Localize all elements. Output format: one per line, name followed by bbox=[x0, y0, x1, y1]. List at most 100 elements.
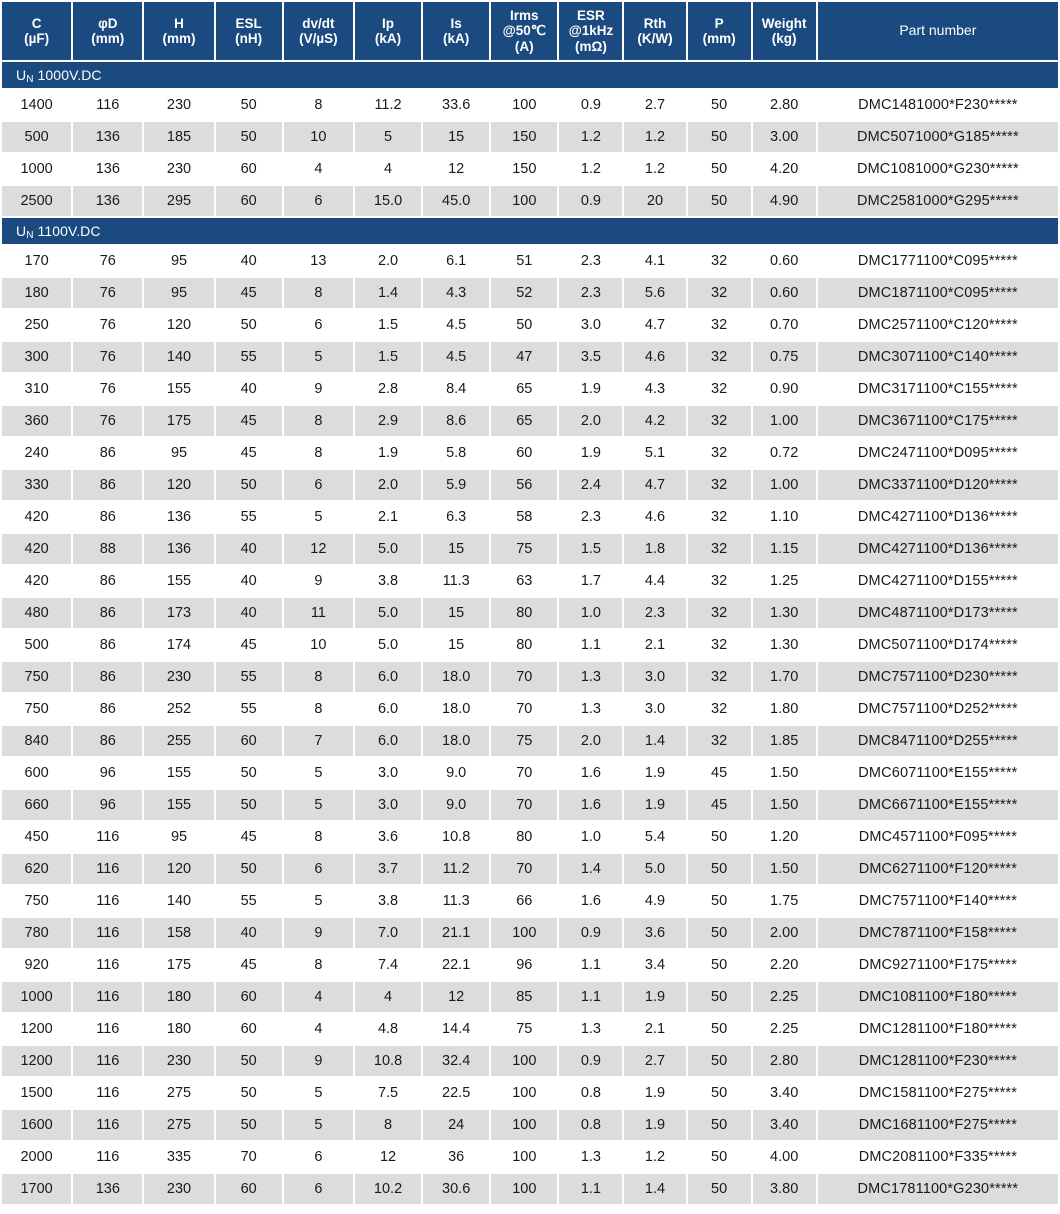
cell-esl: 45 bbox=[215, 438, 282, 468]
cell-irms: 100 bbox=[491, 1078, 558, 1108]
column-header-rth: Rth (K/W) bbox=[624, 2, 686, 60]
cell-weight: 1.85 bbox=[752, 726, 816, 756]
cell-partnum: DMC1081100*F180***** bbox=[817, 982, 1058, 1012]
cell-esl: 50 bbox=[215, 1046, 282, 1076]
table-row: 420 86 136 55 5 2.1 6.3 58 2.3 4.6 32 1.10 DMC427110… bbox=[2, 502, 1058, 532]
cell-p: 50 bbox=[687, 950, 751, 980]
column-header-line1: Is bbox=[450, 15, 462, 31]
cell-irms: 96 bbox=[491, 950, 558, 980]
cell-h: 275 bbox=[144, 1110, 214, 1140]
cell-weight: 2.00 bbox=[752, 918, 816, 948]
cell-rth: 3.0 bbox=[624, 662, 686, 692]
cell-rth: 2.1 bbox=[624, 1014, 686, 1044]
column-header-line2: (mm) bbox=[702, 31, 736, 46]
table-row: 750 116 140 55 5 3.8 11.3 66 1.6 4.9 50 1.75 DMC7571… bbox=[2, 886, 1058, 916]
cell-weight: 4.90 bbox=[752, 1206, 816, 1214]
cell-ip: 7.0 bbox=[354, 918, 422, 948]
cell-is: 9.0 bbox=[423, 758, 490, 788]
table-row: 1700 136 230 60 6 10.2 30.6 100 1.1 1.4 50 3.80 DMC1… bbox=[2, 1174, 1058, 1204]
cell-p: 50 bbox=[687, 1110, 751, 1140]
cell-rth: 2.1 bbox=[624, 630, 686, 660]
cell-h: 230 bbox=[144, 154, 214, 184]
cell-esl: 55 bbox=[215, 694, 282, 724]
cell-weight: 4.00 bbox=[752, 1142, 816, 1172]
cell-esl: 40 bbox=[215, 566, 282, 596]
column-header-phid: φD (mm) bbox=[73, 2, 143, 60]
cell-esr: 1.6 bbox=[559, 790, 623, 820]
section-label-prefix: U bbox=[16, 67, 27, 83]
cell-weight: 2.25 bbox=[752, 982, 816, 1012]
cell-h: 120 bbox=[144, 470, 214, 500]
cell-is: 14.4 bbox=[423, 1014, 490, 1044]
cell-rth: 2.7 bbox=[624, 90, 686, 120]
cell-phid: 136 bbox=[73, 122, 143, 152]
cell-h: 136 bbox=[144, 502, 214, 532]
cell-dvdt: 8 bbox=[283, 822, 353, 852]
cell-esl: 50 bbox=[215, 470, 282, 500]
column-header-esr: ESR @1kHz (mΩ) bbox=[559, 2, 623, 60]
cell-irms: 80 bbox=[491, 822, 558, 852]
cell-partnum: DMC3371100*D120***** bbox=[817, 470, 1058, 500]
cell-p: 32 bbox=[687, 502, 751, 532]
cell-p: 32 bbox=[687, 694, 751, 724]
cell-ip: 7.4 bbox=[354, 950, 422, 980]
section-label-subscript: N bbox=[26, 74, 34, 85]
cell-cn: 420 bbox=[2, 502, 72, 532]
cell-phid: 86 bbox=[73, 502, 143, 532]
cell-p: 32 bbox=[687, 342, 751, 372]
cell-ip: 1.9 bbox=[354, 438, 422, 468]
cell-phid: 76 bbox=[73, 406, 143, 436]
cell-esr: 1.2 bbox=[559, 154, 623, 184]
cell-rth: 1.9 bbox=[624, 1110, 686, 1140]
cell-h: 295 bbox=[144, 186, 214, 216]
table-row: 1400 116 230 50 8 11.2 33.6 100 0.9 2.7 50 2.80 DMC1… bbox=[2, 90, 1058, 120]
cell-esr: 1.1 bbox=[559, 950, 623, 980]
cell-esr: 2.3 bbox=[559, 278, 623, 308]
cell-is: 24 bbox=[423, 1110, 490, 1140]
cell-esl: 40 bbox=[215, 534, 282, 564]
table-row: 1600 116 275 50 5 8 24 100 0.8 1.9 50 3.40 DMC168110… bbox=[2, 1110, 1058, 1140]
cell-ip: 5.0 bbox=[354, 534, 422, 564]
cell-weight: 1.80 bbox=[752, 694, 816, 724]
cell-irms: 80 bbox=[491, 598, 558, 628]
cell-cn: 1600 bbox=[2, 1110, 72, 1140]
cell-partnum: DMC4571100*F095***** bbox=[817, 822, 1058, 852]
cell-weight: 4.90 bbox=[752, 186, 816, 216]
cell-weight: 1.20 bbox=[752, 822, 816, 852]
cell-h: 95 bbox=[144, 278, 214, 308]
cell-p: 50 bbox=[687, 1174, 751, 1204]
cell-h: 230 bbox=[144, 90, 214, 120]
column-header-line1: P bbox=[714, 15, 724, 31]
cell-dvdt: 6 bbox=[283, 854, 353, 884]
table-row: 310 76 155 40 9 2.8 8.4 65 1.9 4.3 32 0.90 DMC317110… bbox=[2, 374, 1058, 404]
cell-weight: 1.10 bbox=[752, 502, 816, 532]
cell-rth: 1.2 bbox=[624, 122, 686, 152]
cell-partnum: DMC4271100*D155***** bbox=[817, 566, 1058, 596]
cell-ip: 2.0 bbox=[354, 470, 422, 500]
cell-irms: 75 bbox=[491, 534, 558, 564]
cell-h: 120 bbox=[144, 854, 214, 884]
cell-h: 275 bbox=[144, 1078, 214, 1108]
cell-weight: 2.80 bbox=[752, 90, 816, 120]
cell-dvdt: 8 bbox=[283, 406, 353, 436]
cell-h: 120 bbox=[144, 310, 214, 340]
cell-dvdt: 9 bbox=[283, 566, 353, 596]
cell-p: 50 bbox=[687, 886, 751, 916]
cell-ip: 2.0 bbox=[354, 246, 422, 276]
cell-cn: 1700 bbox=[2, 1174, 72, 1204]
cell-esr: 1.1 bbox=[559, 982, 623, 1012]
cell-weight: 1.30 bbox=[752, 630, 816, 660]
cell-ip: 7.5 bbox=[354, 1078, 422, 1108]
table-row: 420 88 136 40 12 5.0 15 75 1.5 1.8 32 1.15 DMC427110… bbox=[2, 534, 1058, 564]
cell-rth: 1.2 bbox=[624, 154, 686, 184]
cell-esl: 50 bbox=[215, 790, 282, 820]
cell-weight: 1.70 bbox=[752, 662, 816, 692]
cell-ip: 1.5 bbox=[354, 310, 422, 340]
cell-partnum: DMC1581100*F275***** bbox=[817, 1078, 1058, 1108]
cell-p: 50 bbox=[687, 822, 751, 852]
cell-esl: 50 bbox=[215, 310, 282, 340]
column-header-weight: Weight (kg) bbox=[752, 2, 816, 60]
column-header-irms: Irms @50℃ (A) bbox=[491, 2, 558, 60]
cell-weight: 0.60 bbox=[752, 246, 816, 276]
cell-dvdt: 6 bbox=[283, 1174, 353, 1204]
